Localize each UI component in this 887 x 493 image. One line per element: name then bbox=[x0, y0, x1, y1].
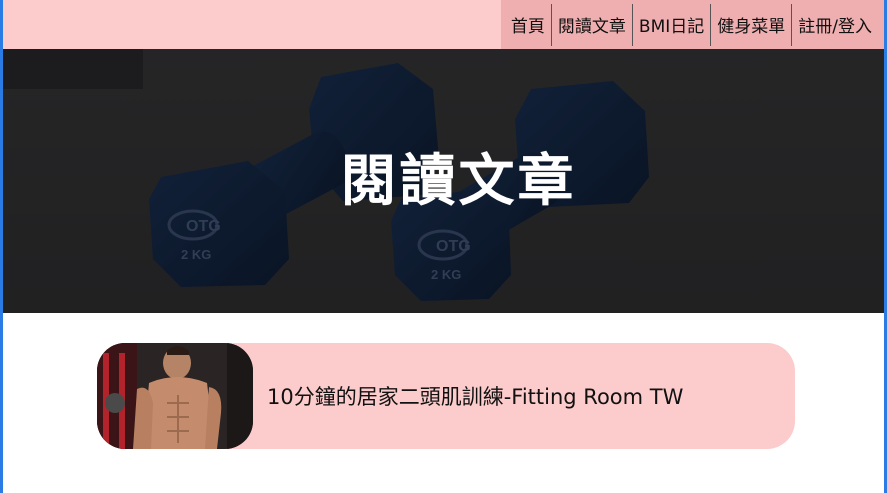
nav-workout-menu[interactable]: 健身菜單 bbox=[711, 3, 791, 47]
main-nav: 首頁 閱讀文章 BMI日記 健身菜單 註冊/登入 bbox=[500, 0, 884, 49]
article-card[interactable]: 10分鐘的居家二頭肌訓練-Fitting Room TW bbox=[97, 343, 795, 449]
article-title[interactable]: 10分鐘的居家二頭肌訓練-Fitting Room TW bbox=[267, 381, 683, 411]
page-title: 閱讀文章 bbox=[340, 148, 577, 214]
nav-register-login[interactable]: 註冊/登入 bbox=[792, 3, 878, 47]
top-bar: 首頁 閱讀文章 BMI日記 健身菜單 註冊/登入 bbox=[3, 0, 884, 49]
fitness-man-photo-icon bbox=[97, 343, 253, 449]
hero-banner: OTG OTG 2 KG 2 KG 閱讀文章 bbox=[3, 49, 884, 313]
article-thumbnail bbox=[97, 343, 253, 449]
nav-home[interactable]: 首頁 bbox=[505, 3, 551, 47]
nav-bmi-diary[interactable]: BMI日記 bbox=[633, 3, 710, 47]
nav-articles[interactable]: 閱讀文章 bbox=[552, 3, 632, 47]
